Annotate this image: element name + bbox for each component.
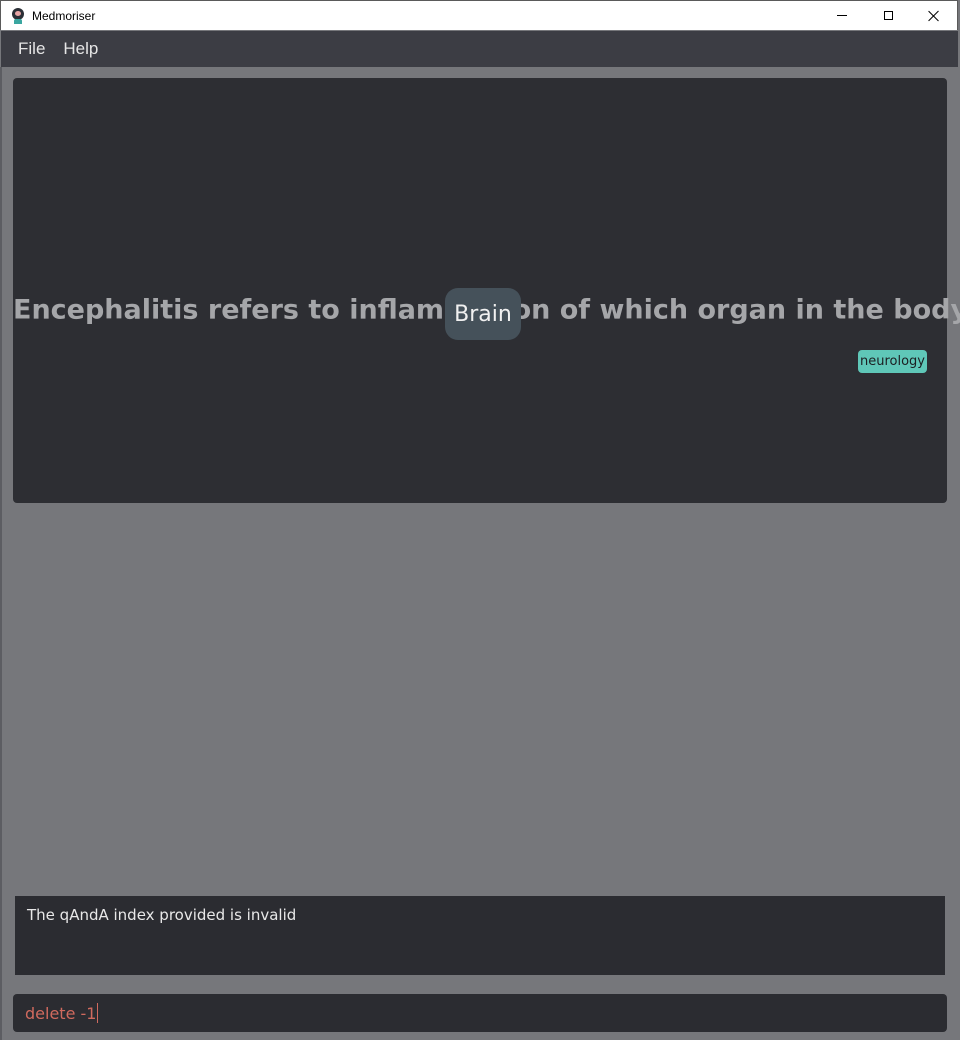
minimize-icon	[837, 15, 847, 16]
result-message: The qAndA index provided is invalid	[27, 906, 297, 924]
maximize-button[interactable]	[865, 1, 911, 31]
app-icon	[10, 7, 26, 24]
window-edge	[0, 67, 2, 1040]
command-box[interactable]: delete -1	[13, 994, 947, 1032]
menu-file[interactable]: File	[10, 39, 53, 59]
menu-bar: File Help	[1, 31, 958, 67]
menu-help[interactable]: Help	[55, 39, 106, 59]
minimize-button[interactable]	[819, 1, 865, 31]
maximize-icon	[883, 11, 893, 20]
command-input[interactable]: delete -1	[25, 1004, 96, 1023]
window-controls	[819, 1, 957, 31]
qanda-card: Encephalitis refers to inflammation of w…	[13, 78, 960, 503]
answer-badge[interactable]: Brain	[445, 288, 521, 340]
close-icon	[928, 10, 940, 22]
text-caret	[97, 1003, 99, 1023]
close-button[interactable]	[911, 1, 957, 31]
title-bar: Medmoriser	[0, 0, 958, 30]
result-display: The qAndA index provided is invalid	[15, 896, 945, 975]
window-title: Medmoriser	[32, 8, 96, 23]
tag-badge: neurology	[858, 350, 927, 373]
